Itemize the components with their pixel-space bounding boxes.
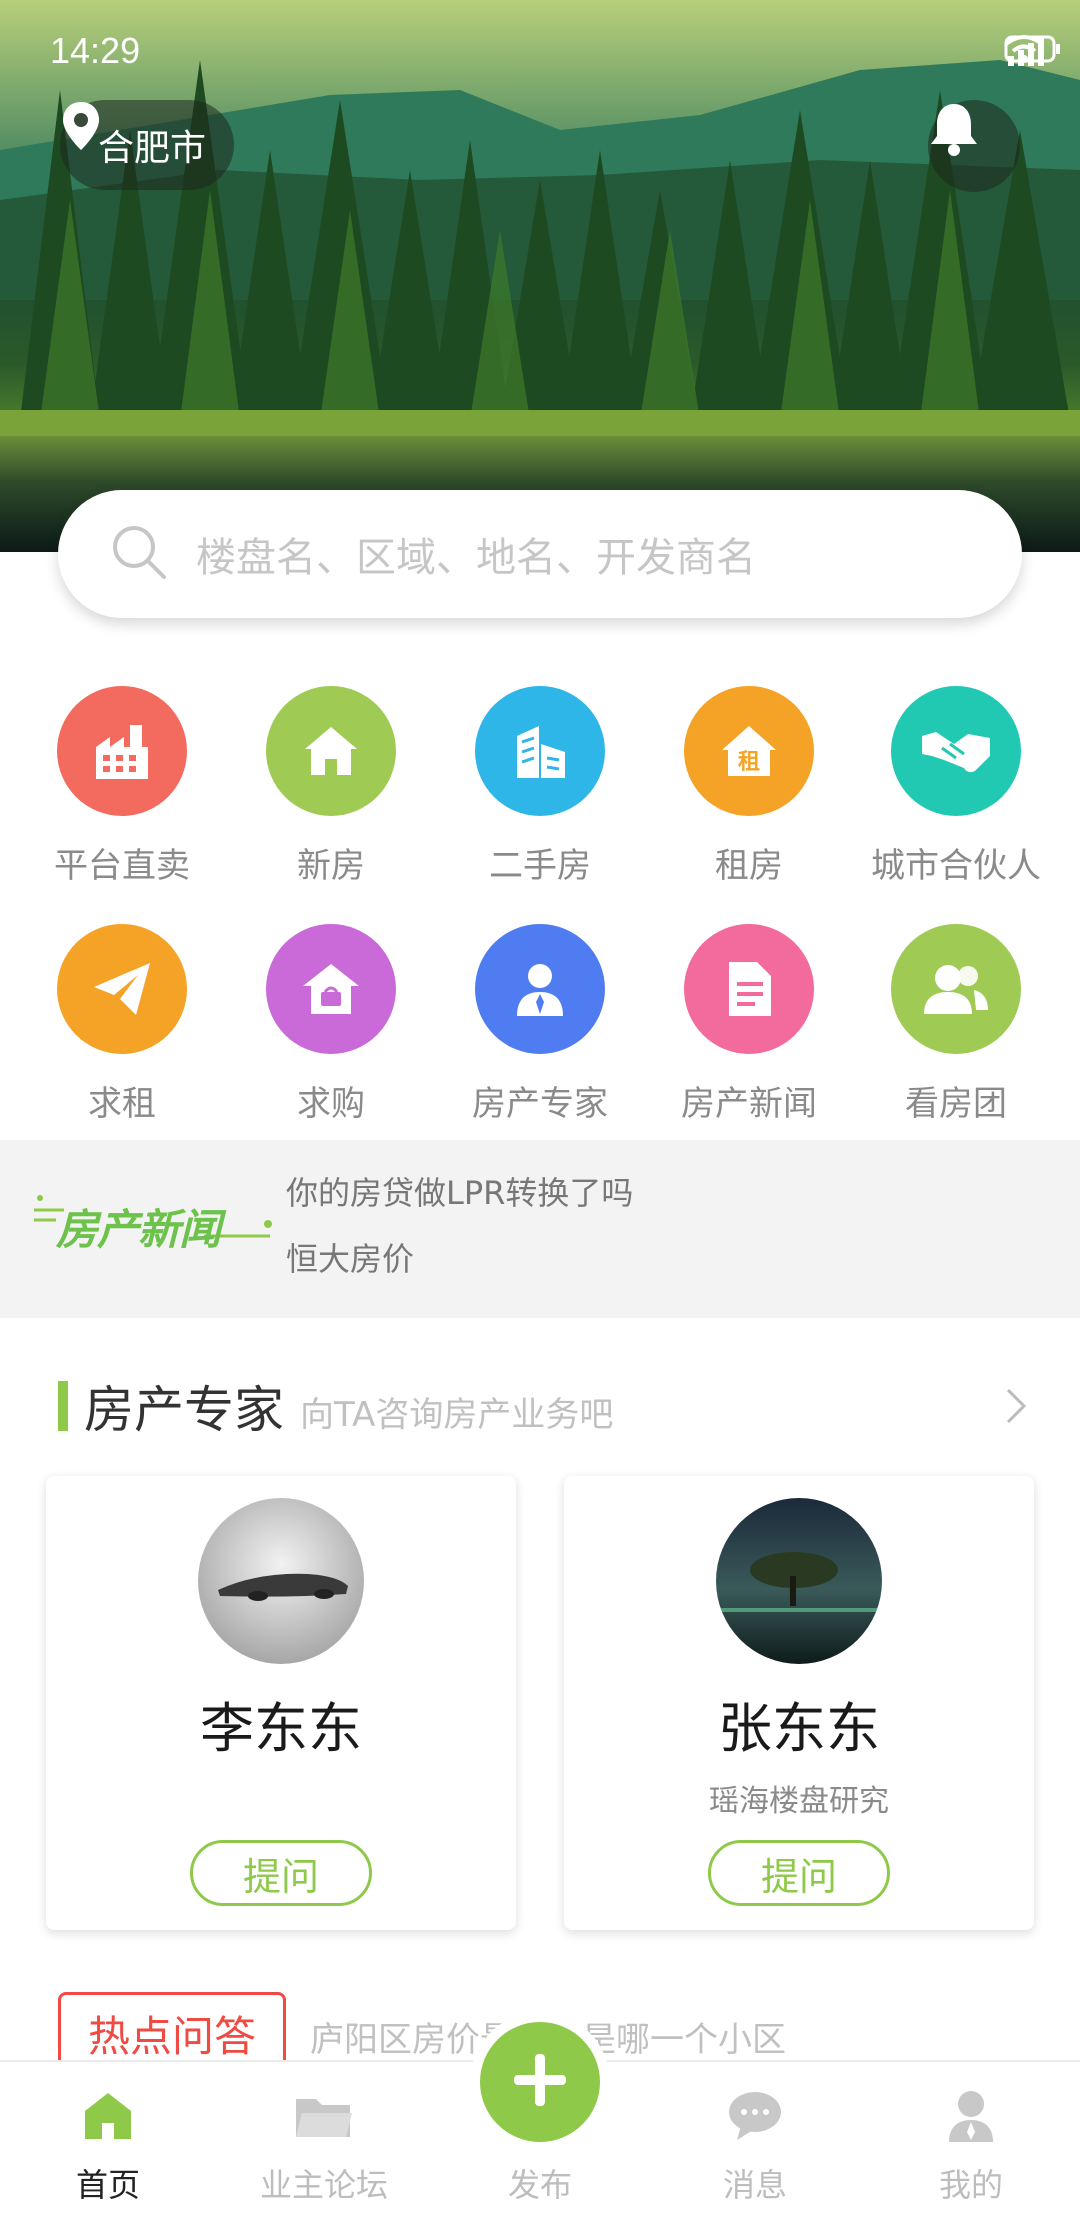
city-name: 合肥市 [98, 128, 207, 169]
tab-label: 首页 [75, 2166, 140, 2204]
expert-name: 张东东 [718, 1697, 880, 1760]
notification-button[interactable] [928, 100, 1020, 192]
buildings-icon [475, 686, 605, 816]
category-label: 房产新闻 [681, 1084, 817, 1124]
category-label: 二手房 [489, 846, 591, 886]
news-item[interactable]: 恒大房价 [286, 1234, 414, 1280]
news-logo: 房产新闻 [34, 1184, 274, 1264]
category-label: 求购 [297, 1084, 365, 1124]
category-label: 租房 [715, 846, 783, 886]
category-label: 平台直卖 [54, 846, 190, 886]
shop-house-icon [266, 924, 396, 1054]
paper-plane-icon [57, 924, 187, 1054]
experts-header: 房产专家 向TA咨询房产业务吧 [58, 1376, 1028, 1439]
rent-house-icon: 租 [684, 686, 814, 816]
category-label: 城市合伙人 [871, 846, 1041, 886]
home-tab-icon [78, 2086, 138, 2146]
chat-bubble-icon [725, 2086, 785, 2146]
group-icon [891, 924, 1021, 1054]
folder-icon [294, 2086, 354, 2146]
expert-person-icon [475, 924, 605, 1054]
tab-label: 发布 [507, 2166, 572, 2204]
category-news[interactable]: 房产新闻 [645, 924, 853, 1125]
category-rent[interactable]: 租 租房 [645, 686, 853, 887]
news-item[interactable]: 你的房贷做LPR转换了吗 [286, 1168, 633, 1214]
expert-desc: 瑶海楼盘研究 [709, 1784, 889, 1819]
tab-mine[interactable]: 我的 [881, 2062, 1061, 2220]
section-title: 房产专家 [84, 1381, 284, 1439]
forest-lake-image [0, 0, 1080, 552]
news-logo-text: 房产新闻 [56, 1205, 221, 1254]
svg-text:租: 租 [738, 750, 760, 775]
tab-label: 我的 [938, 2166, 1003, 2204]
expert-card[interactable]: 张东东 瑶海楼盘研究 提问 [564, 1476, 1034, 1930]
ask-button[interactable]: 提问 [708, 1840, 890, 1906]
avatar [198, 1498, 364, 1664]
status-bar: 14:29 [0, 0, 1080, 80]
chevron-right-icon[interactable] [1004, 1386, 1028, 1430]
expert-name: 李东东 [200, 1697, 362, 1760]
section-subtitle: 向TA咨询房产业务吧 [300, 1394, 614, 1435]
expert-card[interactable]: 李东东 提问 [46, 1476, 516, 1930]
category-city-partner[interactable]: 城市合伙人 [852, 686, 1060, 887]
category-new-house[interactable]: 新房 [227, 686, 435, 887]
category-expert[interactable]: 房产专家 [436, 924, 644, 1125]
tab-owner-forum[interactable]: 业主论坛 [234, 2062, 414, 2220]
publish-button[interactable] [480, 2022, 600, 2142]
avatar [716, 1498, 882, 1664]
category-viewing-group[interactable]: 看房团 [852, 924, 1060, 1125]
home-icon [266, 686, 396, 816]
category-platform-direct[interactable]: 平台直卖 [18, 686, 226, 887]
hero-banner: 14:29 合肥市 [0, 0, 1080, 552]
ask-button[interactable]: 提问 [190, 1840, 372, 1906]
document-icon [684, 924, 814, 1054]
category-label: 新房 [297, 846, 365, 886]
tab-label: 业主论坛 [259, 2166, 388, 2204]
category-second-hand[interactable]: 二手房 [436, 686, 644, 887]
plus-icon [508, 2048, 572, 2116]
search-icon [110, 523, 168, 585]
tab-home[interactable]: 首页 [18, 2062, 198, 2220]
city-selector[interactable]: 合肥市 [60, 100, 235, 190]
category-label: 房产专家 [472, 1084, 608, 1124]
tab-messages[interactable]: 消息 [665, 2062, 845, 2220]
category-label: 看房团 [905, 1084, 1007, 1124]
status-time: 14:29 [50, 30, 141, 71]
tab-label: 消息 [722, 2166, 787, 2204]
news-ticker[interactable]: 房产新闻 你的房贷做LPR转换了吗 恒大房价 [0, 1140, 1080, 1318]
factory-icon [57, 686, 187, 816]
category-seek-buy[interactable]: 求购 [227, 924, 435, 1125]
category-seek-rent[interactable]: 求租 [18, 924, 226, 1125]
user-icon [941, 2086, 1001, 2146]
search-bar[interactable]: 楼盘名、区域、地名、开发商名 [58, 490, 1022, 618]
category-label: 求租 [88, 1084, 156, 1124]
handshake-icon [891, 686, 1021, 816]
section-accent-bar [58, 1381, 68, 1431]
search-input[interactable]: 楼盘名、区域、地名、开发商名 [196, 525, 756, 583]
